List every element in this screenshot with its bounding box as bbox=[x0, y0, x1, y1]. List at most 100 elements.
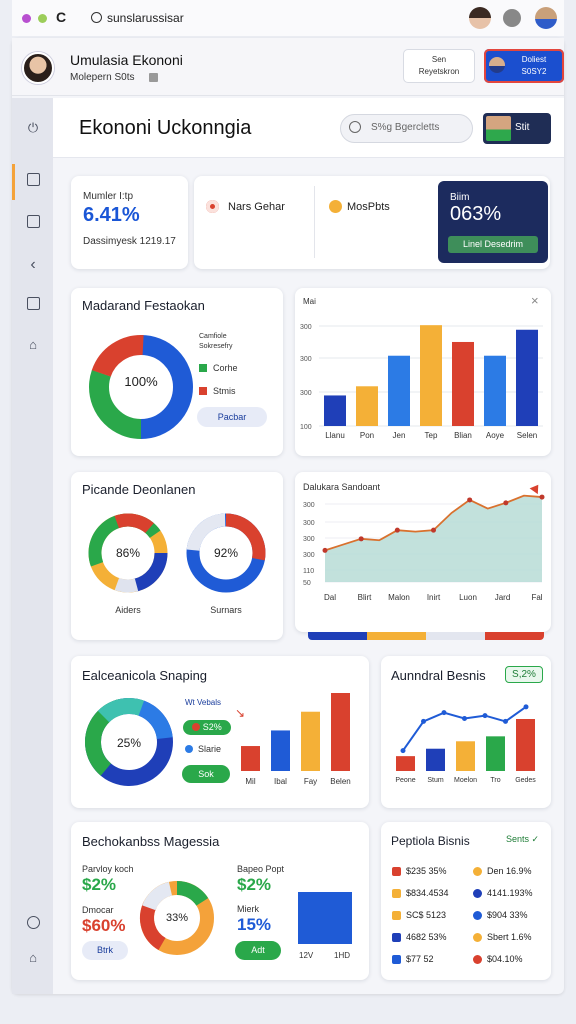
list-row[interactable]: $235 35% Den 16.9% bbox=[389, 864, 545, 880]
x-tick-label: Mil bbox=[245, 777, 255, 786]
list-row[interactable]: 4682 53% Sbert 1.6% bbox=[389, 930, 545, 946]
y-tick-label: 300 bbox=[303, 502, 315, 509]
snapping-panel: Ealceanicola Snaping 25% Wt Vebals S2% ↘… bbox=[71, 656, 369, 808]
bar-chart-panel: Mai × 300 300 300 100 Llanu Pon Jen Tep Blian Aoy… bbox=[295, 288, 551, 456]
kpi-card-1: Mumler I:tp 6.41% Dassimyesk 1219.17 bbox=[71, 176, 188, 269]
board-icon[interactable] bbox=[27, 215, 40, 228]
list-panel-action[interactable]: Sents ✓ bbox=[506, 834, 539, 845]
bar bbox=[396, 756, 415, 771]
chart-icon[interactable] bbox=[27, 173, 40, 186]
y-tick-label: 100 bbox=[300, 424, 312, 431]
currency-icon bbox=[392, 889, 401, 898]
kpi1-label: Mumler I:tp bbox=[83, 191, 134, 202]
window-close-dot[interactable] bbox=[22, 14, 31, 23]
list-row-right-value: Den 16.9% bbox=[487, 866, 532, 876]
x-tick-label: Fay bbox=[304, 777, 317, 786]
list-panel: Peptiola Bisnis Sents ✓ $235 35% Den 16.9… bbox=[381, 822, 551, 980]
market-left-button[interactable]: Btrk bbox=[82, 941, 128, 960]
market-right-button[interactable]: Adt bbox=[235, 941, 281, 960]
columns-icon[interactable] bbox=[27, 297, 40, 310]
header-button-primary[interactable]: Doliest S0SY2 bbox=[484, 49, 564, 83]
list-panel-title: Peptiola Bisnis bbox=[391, 834, 470, 848]
data-point bbox=[503, 500, 509, 506]
extension-icon[interactable] bbox=[503, 9, 521, 27]
market-stat3-value: $2% bbox=[237, 875, 272, 894]
sidebar-active-indicator bbox=[12, 164, 15, 200]
window-minimize-dot[interactable] bbox=[38, 14, 47, 23]
donut-center-label: 100% bbox=[124, 374, 158, 389]
x-tick-label: Pon bbox=[360, 431, 374, 440]
search-input[interactable]: S%g Bgercletts bbox=[340, 114, 473, 143]
sidebar bbox=[12, 98, 53, 994]
user-avatar[interactable] bbox=[22, 52, 54, 84]
donut-panel-button[interactable]: Pacbar bbox=[197, 407, 267, 427]
coin-icon bbox=[473, 889, 482, 898]
x-tick-label: Inirt bbox=[427, 593, 441, 602]
snapping-center: 25% bbox=[116, 736, 142, 750]
kpi1-sub: Dassimyesk 1219.17 bbox=[83, 236, 176, 247]
area-chart-panel: Dalukara Sandoant 300 300 300 300 110 50 Dal Bl… bbox=[295, 472, 551, 632]
status-red-icon bbox=[206, 200, 219, 213]
profile-avatar[interactable] bbox=[469, 7, 491, 29]
list-row-left-value: $77 52 bbox=[406, 954, 434, 964]
header-button-secondary[interactable]: Sen Reyetskron bbox=[403, 49, 475, 83]
header-button-primary-line1: Doliest bbox=[521, 55, 547, 64]
list-row[interactable]: SC$ 5123 $904 33% bbox=[389, 908, 545, 924]
snapping-button[interactable]: Sok bbox=[182, 765, 230, 783]
home-bottom-icon[interactable]: ⌂ bbox=[24, 949, 42, 967]
x-tick-label: Tro bbox=[490, 777, 500, 784]
y-tick-label: 300 bbox=[303, 552, 315, 559]
bar-chart-svg: 300 300 300 100 Llanu Pon Jen Tep Blian Aoye Selen bbox=[300, 324, 543, 440]
list-row-right-value: $904 33% bbox=[487, 910, 528, 920]
kpi3-button[interactable]: Linel Desedrim bbox=[448, 236, 538, 253]
red-dot-icon bbox=[192, 723, 201, 731]
reload-icon[interactable]: C bbox=[56, 9, 66, 25]
check-icon: ✓ bbox=[531, 834, 540, 844]
address-bar[interactable]: sunslarussisar bbox=[107, 11, 184, 25]
bar bbox=[356, 386, 378, 426]
list-row[interactable]: $834.4534 4141.193% bbox=[389, 886, 545, 902]
power-icon[interactable]: ⏻ bbox=[24, 119, 42, 137]
bar bbox=[484, 355, 506, 426]
y-tick-label: 300 bbox=[300, 356, 312, 363]
account-avatar[interactable] bbox=[535, 7, 557, 29]
snapping-pill-value: S2% bbox=[202, 722, 222, 732]
donut-legend-item: Corhe bbox=[213, 363, 238, 373]
kpi3-label: Biim bbox=[450, 192, 470, 203]
page-title: Ekononi Uckonngia bbox=[79, 117, 252, 139]
bar bbox=[486, 736, 505, 771]
back-icon[interactable]: ‹ bbox=[24, 256, 42, 274]
x-tick-label: Malon bbox=[388, 593, 410, 602]
edit-icon[interactable] bbox=[149, 73, 158, 82]
x-tick-label: Blian bbox=[454, 431, 472, 440]
trend-point bbox=[482, 713, 488, 719]
annual-panel-title: Aunndral Besnis bbox=[391, 668, 486, 683]
bar bbox=[452, 341, 474, 426]
currency-icon bbox=[392, 955, 401, 964]
home-icon[interactable]: ⌂ bbox=[24, 336, 42, 354]
snapping-legend-title: Wt Vebals bbox=[185, 698, 222, 707]
donut-legend-item: Stmis bbox=[213, 386, 236, 396]
ring2-value: 92% bbox=[213, 546, 239, 560]
strip-red bbox=[485, 632, 544, 640]
snapping-pill: S2% bbox=[183, 720, 231, 735]
data-point bbox=[431, 527, 436, 533]
market-stat1-value: $2% bbox=[82, 875, 117, 894]
list-row[interactable]: $77 52 $04.10% bbox=[389, 952, 545, 968]
annual-chart: Peone Stum Moelon Tro Gedes bbox=[395, 704, 536, 784]
strip-yellow bbox=[367, 632, 426, 640]
y-tick-label: 300 bbox=[300, 324, 312, 331]
kpi3-value: 063% bbox=[450, 203, 502, 225]
bar bbox=[241, 746, 260, 771]
clock-icon[interactable] bbox=[27, 916, 40, 929]
app-name: Umulasia Ekononi bbox=[70, 52, 183, 68]
user-button[interactable]: Stit bbox=[483, 113, 551, 144]
x-tick-label: Fal bbox=[531, 593, 542, 602]
list-row-left-value: 4682 53% bbox=[406, 932, 447, 942]
trend-point bbox=[462, 716, 467, 721]
bar bbox=[301, 711, 320, 771]
x-tick-label: Ibal bbox=[274, 777, 287, 786]
trend-point bbox=[441, 710, 447, 716]
kpi1-value: 6.41% bbox=[83, 204, 140, 226]
market-donut-center: 33% bbox=[165, 912, 189, 924]
